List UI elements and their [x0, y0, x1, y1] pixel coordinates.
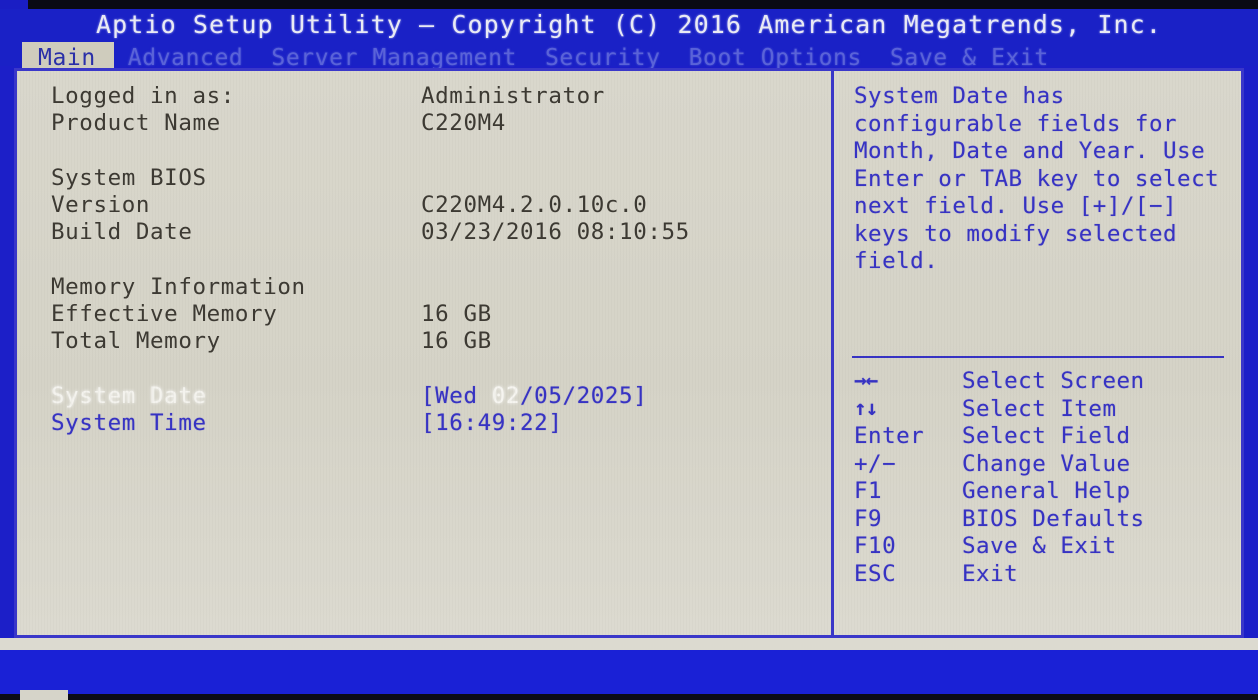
key-legend-row: F10 Save & Exit — [852, 533, 1237, 561]
setting-label-total-memory: Total Memory — [51, 328, 221, 354]
key-action-label: Exit — [962, 560, 1019, 587]
setting-value-build-date: 03/23/2016 08:10:55 — [421, 219, 690, 245]
setting-label-build-date: Build Date — [51, 219, 193, 245]
setting-value-effective-memory: 16 GB — [421, 301, 492, 327]
left-right-arrow-icon: →← — [854, 368, 878, 392]
setting-label-system-bios: System BIOS — [51, 165, 207, 191]
key-legend-row: +/− Change Value — [852, 451, 1237, 479]
setting-row-logged-in-as: Logged in as: Administrator — [17, 83, 831, 111]
setting-value-logged-in-as: Administrator — [421, 83, 605, 109]
f9-key-icon: F9 — [854, 505, 883, 532]
key-action-label: Select Item — [962, 395, 1117, 422]
key-action-label: Save & Exit — [962, 533, 1117, 559]
key-legend-row: →← Select Screen — [852, 368, 1237, 396]
header-bar: Aptio Setup Utility – Copyright (C) 2016… — [0, 9, 1258, 75]
esc-key-icon: ESC — [854, 560, 897, 587]
setting-label-system-date: System Date — [51, 383, 207, 409]
setting-label-logged-in-as: Logged in as: — [51, 83, 235, 109]
setting-value-product-name: C220M4 — [421, 110, 506, 136]
plus-minus-key-icon: +/− — [854, 450, 897, 477]
key-legend-row: ESC Exit — [852, 561, 1237, 589]
key-action-label: Change Value — [962, 450, 1131, 477]
setting-value-version: C220M4.2.0.10c.0 — [421, 192, 648, 218]
setting-label-system-time: System Time — [51, 410, 207, 436]
setting-row-system-bios: System BIOS — [17, 165, 831, 193]
enter-key-icon: Enter — [854, 423, 925, 449]
letterbox-blue-notch — [0, 0, 28, 9]
setting-label-memory-information: Memory Information — [51, 274, 306, 300]
bottom-left-marker — [20, 690, 68, 700]
bottom-status-bar — [0, 650, 1258, 697]
key-action-label: Select Field — [962, 423, 1131, 449]
up-down-arrow-icon: ↑↓ — [854, 395, 878, 420]
main-settings-panel: Logged in as: Administrator Product Name C2… — [17, 71, 831, 635]
key-legend-row: Enter Select Field — [852, 423, 1237, 451]
setting-row-memory-information: Memory Information — [17, 274, 831, 302]
setting-row-total-memory: Total Memory 16 GB — [17, 328, 831, 356]
setting-label-effective-memory: Effective Memory — [51, 301, 278, 327]
content-frame: Logged in as: Administrator Product Name C2… — [14, 68, 1244, 638]
help-separator — [852, 356, 1224, 358]
setting-row-effective-memory: Effective Memory 16 GB — [17, 301, 831, 329]
key-legend-row: F1 General Help — [852, 478, 1237, 506]
bios-setup-screen: Aptio Setup Utility – Copyright (C) 2016… — [0, 0, 1258, 700]
screen-letterbox — [0, 0, 1258, 9]
setting-label-version: Version — [51, 192, 151, 218]
key-legend-row: ↑↓ Select Item — [852, 396, 1237, 424]
setting-value-total-memory: 16 GB — [421, 328, 492, 354]
f1-key-icon: F1 — [854, 478, 883, 504]
setting-label-product-name: Product Name — [51, 110, 221, 136]
setting-row-product-name: Product Name C220M4 — [17, 110, 831, 138]
key-legend-list: →← Select Screen ↑↓ Select Item Enter Select … — [852, 368, 1237, 588]
key-legend-row: F9 BIOS Defaults — [852, 506, 1237, 534]
setting-value-system-date[interactable]: [Wed 02/05/2025] — [421, 383, 647, 409]
bottom-letterbox — [0, 694, 1258, 700]
setting-row-build-date: Build Date 03/23/2016 08:10:55 — [17, 219, 831, 247]
help-description-text: System Date has configurable fields for … — [854, 83, 1220, 274]
help-panel: System Date has configurable fields for … — [834, 71, 1241, 635]
date-month-field[interactable]: 02 — [492, 383, 520, 409]
key-action-label: General Help — [962, 478, 1131, 504]
f10-key-icon: F10 — [854, 533, 897, 559]
setting-value-system-time[interactable]: [16:49:22] — [421, 410, 562, 436]
setting-row-system-date[interactable]: System Date [Wed 02/05/2025] — [17, 383, 831, 411]
date-prefix: [Wed — [421, 383, 492, 409]
key-action-label: Select Screen — [962, 368, 1145, 394]
date-suffix: /05/2025] — [520, 383, 648, 409]
key-action-label: BIOS Defaults — [962, 505, 1145, 532]
bottom-gap — [0, 638, 1258, 650]
page-title: Aptio Setup Utility – Copyright (C) 2016… — [96, 10, 1162, 39]
setting-row-version: Version C220M4.2.0.10c.0 — [17, 192, 831, 220]
setting-row-system-time[interactable]: System Time [16:49:22] — [17, 410, 831, 438]
